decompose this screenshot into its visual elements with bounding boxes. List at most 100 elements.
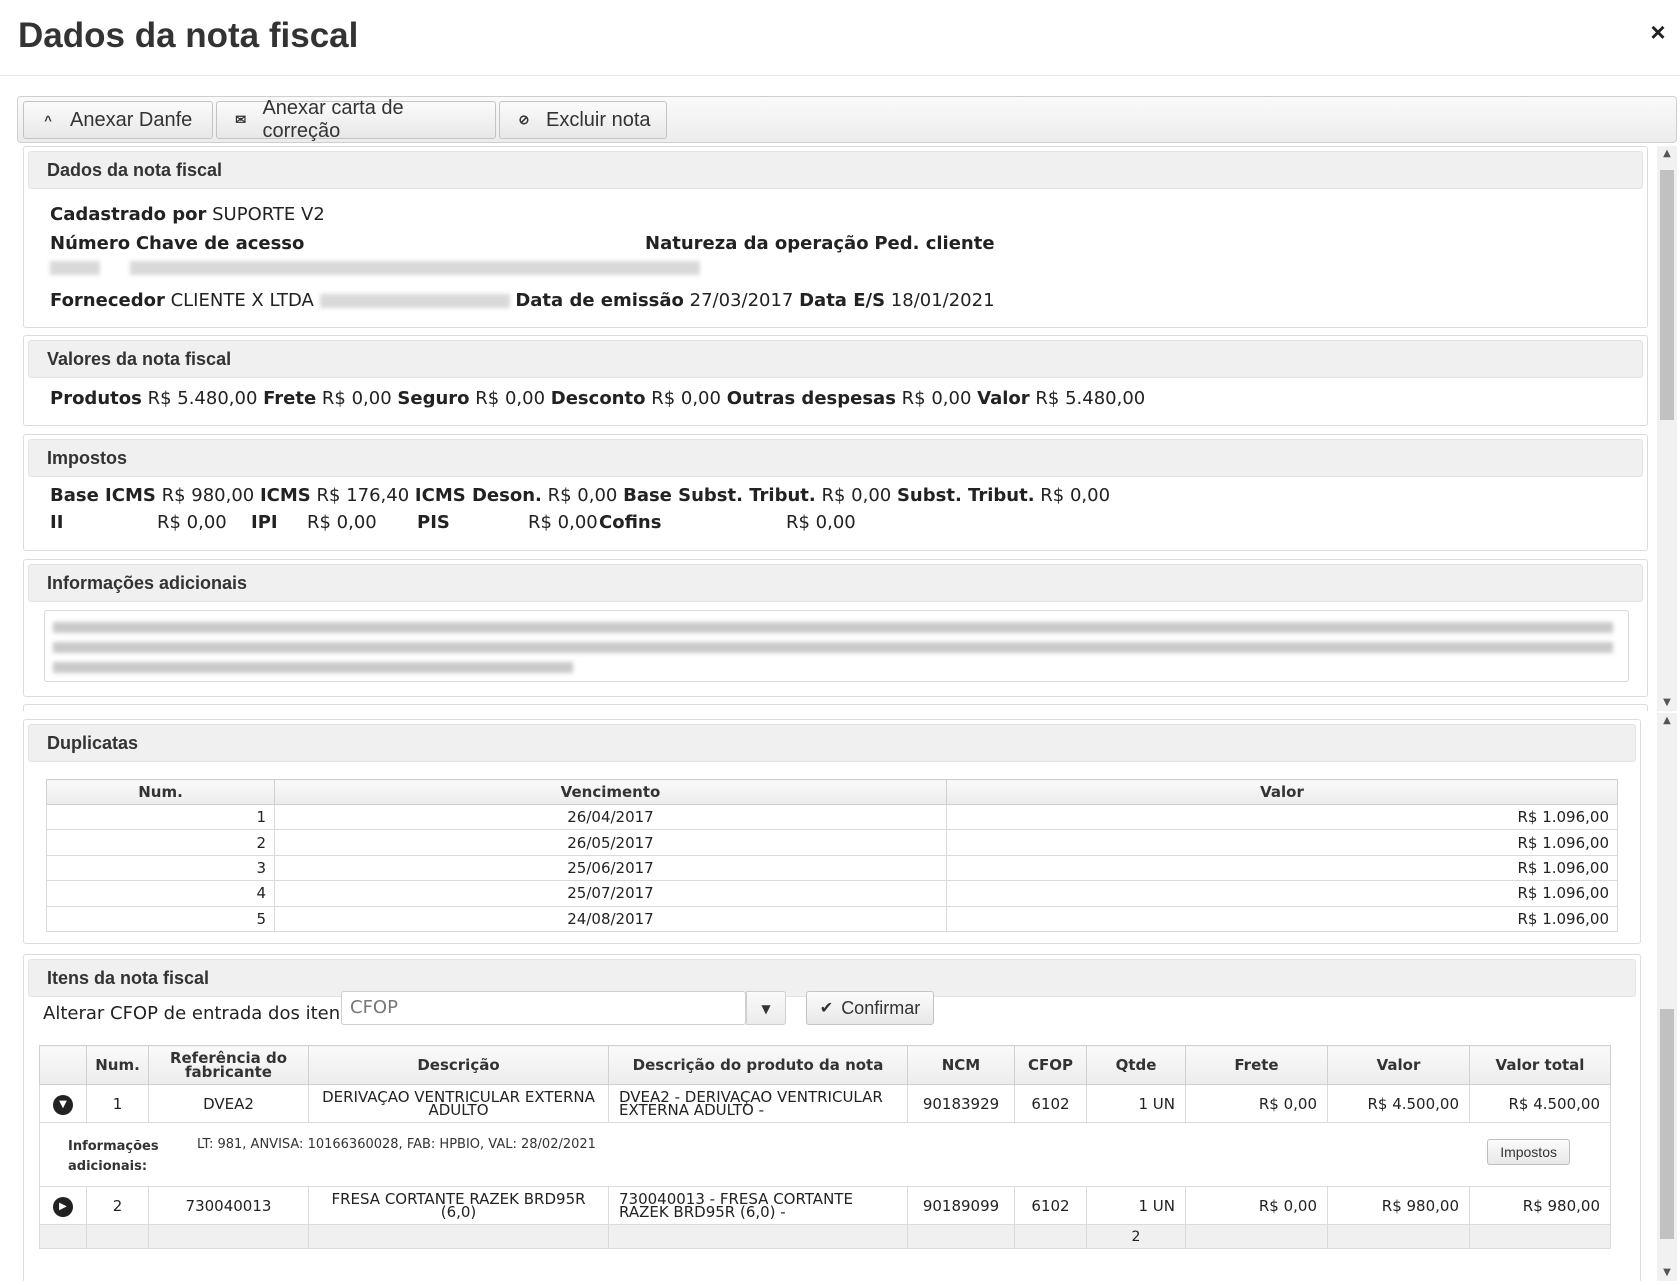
ban-icon: ⊘ xyxy=(518,112,530,127)
dialog-title: Dados da nota fiscal xyxy=(18,16,359,55)
item-descricao: FRESA CORTANTE RAZEK BRD95R (6,0) xyxy=(308,1186,609,1225)
col-valor-total[interactable]: Valor total xyxy=(1469,1045,1611,1085)
table-row[interactable]: ▼ 1 DVEA2 DERIVAÇAO VENTRICULAR EXTERNA … xyxy=(39,1084,1611,1123)
base-icms-label: Base ICMS xyxy=(50,485,156,506)
pis-value: R$ 0,00 xyxy=(528,512,598,533)
pis-label: PIS xyxy=(417,512,450,533)
row-expander[interactable]: ▼ xyxy=(39,1084,87,1123)
scroll-down-icon[interactable]: ▼ xyxy=(1657,695,1677,711)
fornecedor-value: CLIENTE X LTDA xyxy=(170,290,314,311)
impostos-button[interactable]: Impostos xyxy=(1487,1139,1570,1165)
ii-value: R$ 0,00 xyxy=(157,512,227,533)
outras-label: Outras despesas xyxy=(726,388,896,409)
scroll-thumb[interactable] xyxy=(1660,1009,1674,1239)
fornecedor-line: Fornecedor CLIENTE X LTDA Data de emissã… xyxy=(50,290,995,311)
itens-table: Num. Referência do fabricante Descrição … xyxy=(39,1045,1611,1249)
redacted-text-line xyxy=(53,622,1613,633)
item-detail-row: Informações adicionais: LT: 981, ANVISA:… xyxy=(39,1122,1611,1187)
redacted-chave xyxy=(129,261,700,275)
col-qtde[interactable]: Qtde xyxy=(1086,1045,1186,1085)
item-ncm: 90189099 xyxy=(907,1186,1015,1225)
impostos-panel: Impostos Base ICMS R$ 980,00 ICMS R$ 176… xyxy=(23,434,1648,551)
expand-icon[interactable]: ▶ xyxy=(53,1196,73,1217)
item-descricao: DERIVAÇAO VENTRICULAR EXTERNA ADULTO xyxy=(308,1084,609,1123)
cadastrado-line: Cadastrado por SUPORTE V2 xyxy=(50,204,325,225)
next-panel-edge xyxy=(23,704,1648,711)
col-num[interactable]: Num. xyxy=(86,1045,149,1085)
impostos-label[interactable]: Impostos xyxy=(1487,1139,1570,1165)
envelope-icon: ✉ xyxy=(235,112,247,127)
ipi-value: R$ 0,00 xyxy=(307,512,377,533)
item-valor-total: R$ 4.500,00 xyxy=(1469,1084,1611,1123)
subst-label: Subst. Tribut. xyxy=(896,485,1035,506)
produtos-label: Produtos xyxy=(50,388,142,409)
scroll-down-icon[interactable]: ▼ xyxy=(1657,1265,1677,1281)
scroll-up-icon[interactable]: ▲ xyxy=(1657,713,1677,729)
ipi-label: IPI xyxy=(251,512,278,533)
frete-label: Frete xyxy=(263,388,317,409)
base-subst-label: Base Subst. Tribut. xyxy=(623,485,816,506)
info-panel: Informações adicionais xyxy=(23,559,1648,697)
detail-value: LT: 981, ANVISA: 10166360028, FAB: HPBIO… xyxy=(197,1137,596,1152)
valor-label: Valor xyxy=(977,388,1030,409)
col-ncm[interactable]: NCM xyxy=(907,1045,1015,1085)
item-referencia: 730040013 xyxy=(148,1186,309,1225)
dialog-title-bar: Dados da nota fiscal × xyxy=(0,0,1680,76)
footer-qtde: 2 xyxy=(1086,1224,1186,1249)
emissao-value: 27/03/2017 xyxy=(689,290,794,311)
col-valor[interactable]: Valor xyxy=(1327,1045,1470,1085)
cofins-label: Cofins xyxy=(599,512,662,533)
redacted-numero-line xyxy=(50,259,700,280)
table-row[interactable]: ▶ 2 730040013 FRESA CORTANTE RAZEK BRD95… xyxy=(39,1186,1611,1225)
dados-header: Dados da nota fiscal xyxy=(28,151,1643,189)
item-referencia: DVEA2 xyxy=(148,1084,309,1123)
cofins-value: R$ 0,00 xyxy=(786,512,856,533)
es-value: 18/01/2021 xyxy=(890,290,995,311)
table-footer-row: 2 xyxy=(39,1224,1611,1249)
excluir-nota-button[interactable]: ⊘ Excluir nota xyxy=(499,101,667,139)
desconto-value: R$ 0,00 xyxy=(651,388,721,409)
cfop-input[interactable]: CFOP xyxy=(341,991,746,1025)
impostos-header: Impostos xyxy=(28,439,1643,477)
item-num: 1 xyxy=(86,1084,149,1123)
fornecedor-label: Fornecedor xyxy=(50,290,165,311)
chevron-up-icon: ^ xyxy=(44,112,52,128)
chevron-down-icon[interactable]: ▼ xyxy=(746,991,786,1025)
valores-panel: Valores da nota fiscal Produtos R$ 5.480… xyxy=(23,335,1648,426)
top-scrollbar[interactable]: ▲ ▼ xyxy=(1657,146,1677,711)
base-icms-value: R$ 980,00 xyxy=(161,485,255,506)
valor-value: R$ 5.480,00 xyxy=(1035,388,1146,409)
item-valor: R$ 4.500,00 xyxy=(1327,1084,1470,1123)
check-icon: ✔ xyxy=(819,1000,834,1017)
collapse-icon[interactable]: ▼ xyxy=(53,1094,73,1115)
close-icon[interactable]: × xyxy=(1644,18,1672,46)
bottom-scrollbar[interactable]: ▲ ▼ xyxy=(1657,713,1677,1281)
anexar-danfe-button[interactable]: ^ Anexar Danfe xyxy=(23,101,213,139)
row-expander[interactable]: ▶ xyxy=(39,1186,87,1225)
icms-label: ICMS xyxy=(259,485,311,506)
base-subst-value: R$ 0,00 xyxy=(821,485,892,506)
anexar-carta-button[interactable]: ✉ Anexar carta de correção xyxy=(216,97,496,142)
seguro-value: R$ 0,00 xyxy=(475,388,546,409)
item-descricao-nota: DVEA2 - DERIVAÇAO VENTRICULAR EXTERNA AD… xyxy=(608,1084,908,1123)
top-scroll-pane: Dados da nota fiscal Cadastrado por SUPO… xyxy=(17,146,1677,711)
excluir-nota-label: Excluir nota xyxy=(546,108,651,131)
col-expander xyxy=(39,1045,87,1085)
itens-content: Alterar CFOP de entrada dos itens CFOP ▼… xyxy=(17,713,1657,1281)
cadastrado-label: Cadastrado por xyxy=(50,204,207,225)
scroll-thumb[interactable] xyxy=(1660,170,1674,420)
scroll-up-icon[interactable]: ▲ xyxy=(1657,146,1677,162)
cfop-label: Alterar CFOP de entrada dos itens xyxy=(43,1003,350,1024)
item-ncm: 90183929 xyxy=(907,1084,1015,1123)
col-cfop[interactable]: CFOP xyxy=(1014,1045,1087,1085)
col-referencia[interactable]: Referência do fabricante xyxy=(148,1045,309,1085)
numero-line: Número Chave de acesso xyxy=(50,233,304,254)
item-valor: R$ 980,00 xyxy=(1327,1186,1470,1225)
col-descricao[interactable]: Descrição xyxy=(308,1045,609,1085)
col-frete[interactable]: Frete xyxy=(1185,1045,1328,1085)
col-descricao-nota[interactable]: Descrição do produto da nota xyxy=(608,1045,908,1085)
confirmar-button[interactable]: ✔ Confirmar xyxy=(806,991,934,1025)
anexar-carta-label: Anexar carta de correção xyxy=(262,97,404,142)
natureza-label: Natureza da operação xyxy=(645,233,869,254)
info-textarea[interactable] xyxy=(44,610,1629,682)
